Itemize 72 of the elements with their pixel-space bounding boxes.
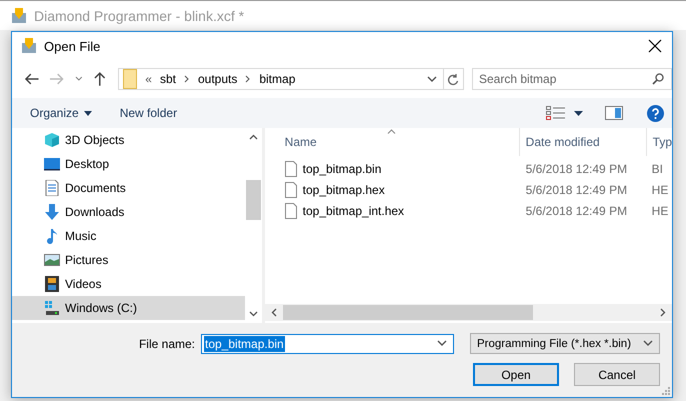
- nav-item[interactable]: Videos: [12, 272, 245, 296]
- column-header[interactable]: Typ: [652, 135, 672, 149]
- chevron-right-icon[interactable]: [184, 75, 190, 83]
- date-modified: 5/6/2018 12:49 PM: [526, 182, 628, 196]
- chevron-left-icon[interactable]: [270, 308, 277, 317]
- folder-icon: [123, 69, 138, 89]
- file-name[interactable]: top_bitmap_int.hex: [302, 204, 404, 218]
- dialog-title: Open File: [44, 38, 100, 54]
- search-icon: [652, 73, 664, 85]
- column-header[interactable]: Date modified: [526, 135, 600, 149]
- back-arrow-icon[interactable]: [24, 72, 40, 86]
- chevron-down-icon[interactable]: [426, 76, 437, 82]
- nav-item[interactable]: 3D Objects: [12, 128, 245, 152]
- date-modified: 5/6/2018 12:49 PM: [526, 162, 628, 176]
- file-type-dropdown[interactable]: Programming File (*.hex *.bin): [470, 333, 660, 354]
- scroll-thumb[interactable]: [282, 305, 533, 320]
- path-segment[interactable]: outputs: [198, 72, 238, 86]
- date-modified: 5/6/2018 12:49 PM: [526, 204, 628, 218]
- nav-item[interactable]: Documents: [12, 176, 245, 200]
- file-icon: [284, 182, 297, 198]
- file-type: HE: [652, 182, 668, 196]
- up-arrow-icon[interactable]: [92, 71, 106, 87]
- file-type: BI: [652, 162, 663, 176]
- new-folder-button[interactable]: New folder: [114, 102, 184, 124]
- caret-icon: [84, 110, 92, 116]
- document-icon: [44, 180, 60, 196]
- search-field[interactable]: Search bitmap: [472, 68, 672, 90]
- down-arrow-icon: [44, 204, 60, 220]
- film-icon: [44, 276, 60, 292]
- file-icon: [284, 160, 297, 176]
- nav-item[interactable]: Desktop: [12, 152, 245, 176]
- cancel-button[interactable]: Cancel: [574, 363, 660, 386]
- refresh-button[interactable]: [444, 68, 464, 90]
- chevron-down-icon[interactable]: [437, 340, 447, 347]
- file-icon: [284, 202, 297, 218]
- path-segment[interactable]: bitmap: [259, 72, 296, 86]
- nav-item[interactable]: Downloads: [12, 200, 245, 224]
- scroll-thumb[interactable]: [246, 180, 261, 220]
- column-header[interactable]: Name: [284, 135, 317, 149]
- caret-icon[interactable]: [574, 110, 583, 116]
- file-name-label: File name:: [138, 336, 195, 350]
- nav-item[interactable]: Windows (C:): [12, 296, 245, 320]
- chevron-right-icon[interactable]: [660, 308, 666, 317]
- organize-button[interactable]: Organize: [24, 102, 98, 124]
- file-type: HE: [652, 204, 668, 218]
- sort-caret-icon: [386, 129, 396, 134]
- address-bar[interactable]: « sbt outputs bitmap: [118, 68, 444, 90]
- chevron-down-icon: [643, 340, 653, 347]
- chevron-up-icon[interactable]: [248, 134, 258, 140]
- close-icon[interactable]: [648, 39, 662, 53]
- overflow-chevron[interactable]: «: [145, 72, 152, 86]
- resize-grip-icon[interactable]: [662, 387, 670, 395]
- file-name[interactable]: top_bitmap.hex: [302, 182, 385, 196]
- window-title: Diamond Programmer - blink.xcf *: [34, 8, 244, 24]
- chevron-down-icon[interactable]: [74, 76, 83, 82]
- preview-pane-icon[interactable]: [605, 106, 623, 120]
- nav-item[interactable]: Pictures: [12, 248, 245, 272]
- picture-icon: [44, 252, 60, 268]
- horizontal-scrollbar[interactable]: [264, 304, 672, 321]
- chevron-down-icon[interactable]: [248, 311, 258, 317]
- monitor-icon: [44, 156, 60, 172]
- path-segment[interactable]: sbt: [160, 72, 176, 86]
- refresh-icon: [447, 72, 460, 86]
- cube-icon: [44, 132, 60, 148]
- drive-icon: [44, 300, 60, 316]
- open-button[interactable]: Open: [473, 363, 559, 386]
- file-name[interactable]: top_bitmap.bin: [302, 162, 382, 176]
- help-icon[interactable]: [647, 104, 664, 122]
- chevron-right-icon[interactable]: [245, 75, 252, 83]
- view-list-icon[interactable]: [546, 106, 566, 120]
- file-name-field[interactable]: top_bitmap.bin: [201, 334, 454, 354]
- nav-item[interactable]: Music: [12, 224, 245, 248]
